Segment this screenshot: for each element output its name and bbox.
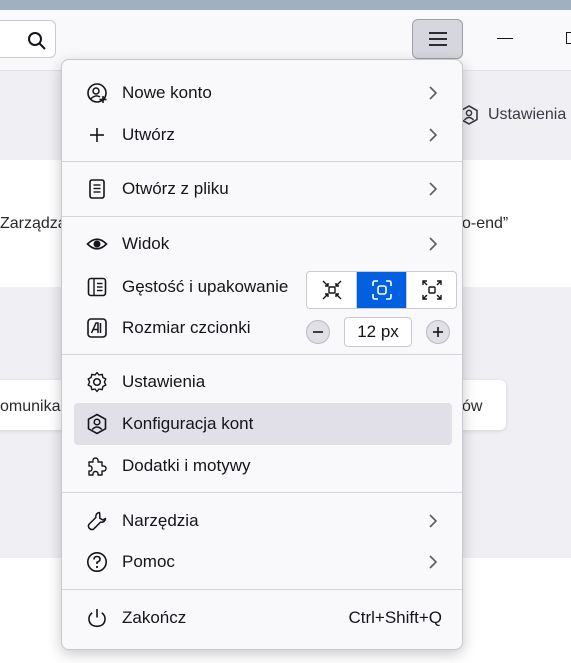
content-text-left: Zarządza	[0, 215, 67, 232]
menu-separator	[62, 354, 462, 355]
plus-icon	[433, 327, 443, 337]
normal-density-icon	[371, 280, 392, 300]
font-size-value: 12 px	[344, 317, 412, 347]
relaxed-density-icon	[421, 280, 442, 300]
menu-item-label: Ustawienia	[122, 372, 206, 391]
menu-item-label: Widok	[122, 234, 170, 253]
menu-item-label: Pomoc	[122, 552, 175, 571]
card-text-left: omunika	[0, 398, 61, 415]
compact-density-icon	[322, 280, 341, 300]
minus-icon	[313, 331, 323, 333]
window-titlebar	[0, 0, 571, 10]
menu-separator	[62, 589, 462, 590]
app-menu-popup: Nowe konto Utwórz Otwórz z pliku Widok G…	[61, 59, 463, 650]
density-compact-button[interactable]	[307, 272, 356, 308]
search-icon	[28, 32, 46, 50]
density-relaxed-button[interactable]	[406, 272, 456, 308]
settings-tab-label: Ustawienia	[488, 106, 567, 123]
density-icon	[87, 277, 107, 297]
help-icon	[87, 552, 107, 572]
settings-tab[interactable]: Ustawienia	[458, 104, 566, 126]
keyboard-shortcut: Ctrl+Shift+Q	[348, 608, 442, 627]
chevron-right-icon	[429, 237, 438, 251]
menu-item-settings[interactable]: Ustawienia	[74, 361, 452, 403]
menu-separator	[62, 492, 462, 493]
menu-item-font-size: Rozmiar czcionki 12 px	[74, 307, 452, 349]
font-size-icon	[87, 318, 107, 338]
menu-separator	[62, 161, 462, 162]
app-menu-button[interactable]	[412, 19, 463, 59]
menu-item-addons[interactable]: Dodatki i motywy	[74, 445, 452, 487]
chevron-right-icon	[429, 86, 438, 100]
menu-item-quit[interactable]: Zakończ Ctrl+Shift+Q	[74, 597, 452, 639]
chevron-right-icon	[429, 182, 438, 196]
maximize-button[interactable]	[566, 32, 571, 44]
menu-item-label: Gęstość i upakowanie	[122, 277, 289, 296]
menu-item-label: Konfiguracja kont	[122, 414, 254, 433]
power-icon	[88, 609, 106, 628]
density-normal-button[interactable]	[356, 272, 406, 308]
wrench-icon	[87, 511, 107, 531]
chevron-right-icon	[429, 514, 438, 528]
file-icon	[89, 179, 105, 199]
minimize-button[interactable]	[497, 38, 513, 39]
font-decrease-button[interactable]	[306, 320, 330, 344]
chevron-right-icon	[429, 128, 438, 142]
font-increase-button[interactable]	[426, 320, 450, 344]
menu-item-create[interactable]: Utwórz	[74, 114, 452, 156]
menu-item-account-settings[interactable]: Konfiguracja kont	[74, 403, 452, 445]
puzzle-icon	[88, 457, 107, 476]
menu-item-label: Zakończ	[122, 608, 187, 627]
account-shield-icon	[87, 413, 107, 435]
search-input[interactable]	[0, 20, 56, 58]
eye-icon	[86, 238, 108, 250]
menu-item-label: Narzędzia	[122, 511, 199, 530]
menu-item-tools[interactable]: Narzędzia	[74, 500, 452, 542]
menu-item-label: Utwórz	[122, 125, 175, 144]
density-selector	[306, 271, 457, 309]
menu-item-density: Gęstość i upakowanie	[74, 265, 457, 309]
gear-icon	[87, 371, 107, 393]
menu-item-label: Rozmiar czcionki	[122, 318, 251, 337]
font-size-control: 12 px	[306, 317, 450, 347]
menu-item-label: Nowe konto	[122, 83, 212, 102]
menu-item-label: Otwórz z pliku	[122, 179, 229, 198]
menu-separator	[62, 216, 462, 217]
new-account-icon	[87, 83, 107, 103]
plus-icon	[90, 128, 104, 142]
menu-item-new-account[interactable]: Nowe konto	[74, 72, 452, 114]
menu-item-view[interactable]: Widok	[74, 223, 452, 265]
hamburger-icon	[429, 32, 447, 46]
card-text-right: ów	[462, 398, 483, 415]
content-text-right: o-end”	[462, 215, 509, 232]
menu-item-open-file[interactable]: Otwórz z pliku	[74, 168, 452, 210]
chevron-right-icon	[429, 555, 438, 569]
menu-item-help[interactable]: Pomoc	[74, 541, 452, 583]
menu-item-label: Dodatki i motywy	[122, 456, 251, 475]
